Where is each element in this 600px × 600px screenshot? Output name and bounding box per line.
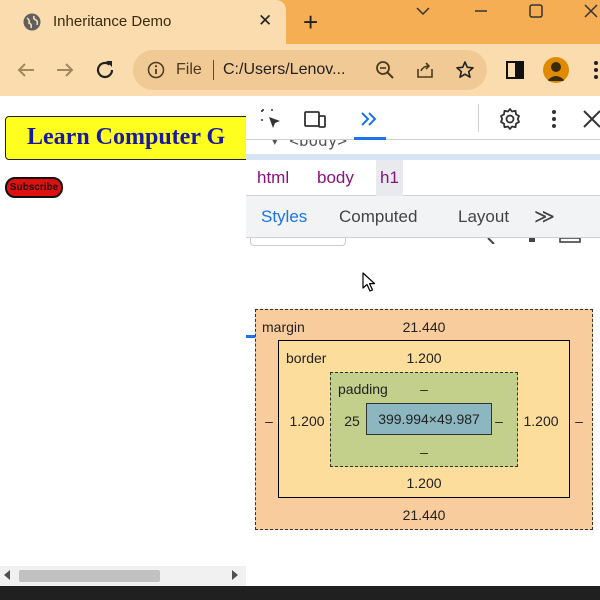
margin-top-value[interactable]: 21.440 [403,319,446,335]
padding-label: padding [338,381,388,397]
address-divider [213,60,214,80]
box-model-content[interactable]: 399.994×49.987 [366,403,492,435]
more-tabs-icon[interactable]: ≫ [534,196,555,238]
minimize-icon[interactable] [466,0,496,22]
share-icon[interactable] [415,60,435,80]
url-text[interactable]: C:/Users/Lenov... [223,61,345,79]
title-bar: Inheritance Demo ✕ + [0,0,600,44]
minimize-icon[interactable] [408,0,438,22]
margin-label: margin [262,319,305,335]
reload-icon[interactable] [93,58,117,82]
more-panels-icon[interactable] [357,107,381,131]
tab-computed[interactable]: Computed [339,196,417,238]
padding-left-value[interactable]: 25 [344,413,360,429]
back-icon[interactable] [14,58,38,82]
device-toolbar-icon[interactable] [303,107,327,131]
styles-toolbar-icons[interactable] [486,238,596,244]
subscribe-button[interactable]: Subscribe [5,177,63,198]
dom-tree: ▾ <body> [246,140,600,154]
scheme-label: File [176,61,202,78]
devtools-subtabs: Styles Computed Layout ≫ [246,196,600,338]
mouse-cursor-icon [362,272,376,292]
settings-gear-icon[interactable] [498,107,522,131]
browser-tab[interactable]: Inheritance Demo ✕ [0,0,286,44]
box-model-border[interactable]: border 1.200 1.200 1.200 1.200 padding –… [278,340,570,498]
border-label: border [286,350,327,366]
breadcrumb-html[interactable]: html [253,160,293,196]
page-heading: Learn Computer G [5,116,246,160]
devtools-panel: ▾ <body> html body h1 Styles Computed La… [246,96,600,586]
window-close-icon[interactable] [576,0,600,22]
devtools-toolbar [246,96,600,140]
globe-icon [23,13,41,31]
box-model-margin[interactable]: margin 21.440 21.440 – – border 1.200 1.… [255,309,593,530]
info-icon[interactable] [147,61,165,79]
page-viewport: Learn Computer G Subscribe [0,96,246,586]
box-model-padding[interactable]: padding – – 25 – 399.994×49.987 [330,372,518,467]
margin-left-value[interactable]: – [265,413,273,429]
taskbar-strip [0,586,600,600]
content-size-value[interactable]: 399.994×49.987 [378,411,480,427]
tab-styles[interactable]: Styles [261,196,307,238]
padding-top-value[interactable]: – [420,381,428,397]
scroll-left-icon[interactable] [4,570,10,580]
margin-bottom-value[interactable]: 21.440 [403,507,446,523]
border-right-value[interactable]: 1.200 [523,413,558,429]
close-icon[interactable] [580,107,600,131]
maximize-icon[interactable] [521,0,551,22]
profile-icon[interactable] [543,57,569,83]
menu-icon[interactable] [584,58,600,82]
forward-icon[interactable] [53,58,77,82]
breadcrumb-h1[interactable]: h1 [376,160,403,196]
padding-bottom-value[interactable]: – [420,444,428,460]
zoom-icon[interactable] [375,60,395,80]
address-bar[interactable]: File C:/Users/Lenov... [133,50,487,90]
horizontal-scrollbar[interactable] [0,566,246,586]
border-bottom-value[interactable]: 1.200 [406,475,441,491]
kebab-menu-icon[interactable] [542,107,566,131]
tab-title: Inheritance Demo [53,13,172,30]
breadcrumb-body[interactable]: body [313,160,358,196]
scroll-right-icon[interactable] [232,570,238,580]
border-top-value[interactable]: 1.200 [406,350,441,366]
plus-icon[interactable]: + [303,8,318,36]
filter-input[interactable] [250,238,346,246]
inspect-icon[interactable] [259,107,283,131]
close-icon[interactable]: ✕ [258,11,272,31]
scrollbar-thumb[interactable] [19,570,160,582]
sidepanel-icon[interactable] [503,58,527,82]
padding-right-value[interactable]: – [495,413,503,429]
star-icon[interactable] [455,60,475,80]
border-left-value[interactable]: 1.200 [289,413,324,429]
margin-right-value[interactable]: – [575,413,583,429]
browser-window: Inheritance Demo ✕ + File C:/Users/Lenov… [0,0,600,600]
toolbar-divider [478,104,479,132]
breadcrumb: html body h1 [246,160,600,196]
dom-node-body[interactable]: ▾ <body> [270,140,347,150]
browser-toolbar: File C:/Users/Lenov... [0,44,600,96]
tab-layout[interactable]: Layout [458,196,509,238]
